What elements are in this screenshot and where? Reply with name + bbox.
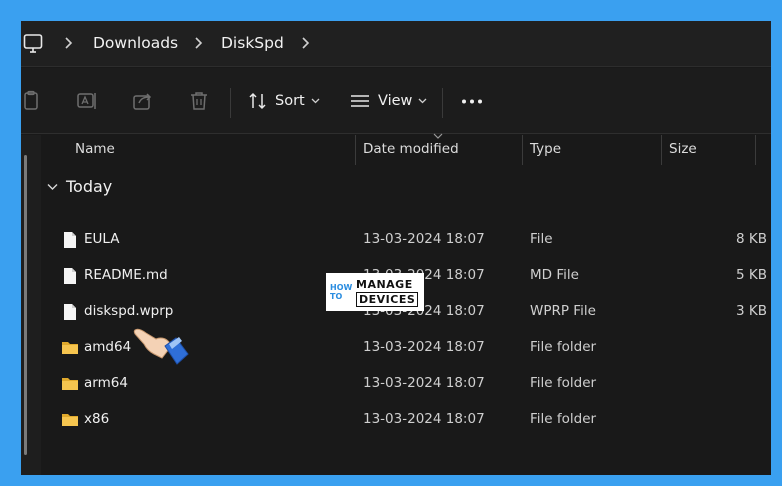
logo-manage: MANAGE [356,277,413,291]
file-size: 5 KB [736,267,767,283]
column-divider[interactable] [522,135,523,165]
file-date: 13-03-2024 18:07 [363,231,485,247]
folder-icon [62,414,78,426]
file-type: File folder [530,411,597,427]
file-type: File [530,231,553,247]
sort-label: Sort [275,93,305,109]
file-type: WPRP File [530,303,596,319]
file-name: diskspd.wprp [84,303,174,319]
paste-icon[interactable] [21,90,43,112]
folder-icon [62,378,78,390]
command-bar: Sort View [21,68,771,134]
logo-to: TO [330,292,343,301]
chevron-down-icon[interactable] [47,183,58,191]
column-type[interactable]: Type [530,141,561,157]
navigation-scrollbar[interactable] [24,155,27,455]
chevron-right-icon[interactable] [63,35,73,51]
view-button[interactable]: View [349,90,427,112]
column-date-modified[interactable]: Date modified [363,141,459,157]
column-header-row: Name Date modified Type Size [41,133,771,165]
chevron-down-icon [418,98,427,104]
group-label: Today [66,177,113,196]
column-divider[interactable] [755,135,756,165]
sort-icon [249,92,266,110]
pointing-hand-icon [133,328,189,365]
chevron-down-icon [311,98,320,104]
toolbar-divider [442,88,443,118]
file-type: File folder [530,375,597,391]
file-date: 13-03-2024 18:07 [363,375,485,391]
sort-indicator-icon [433,133,443,139]
folder-row-x86[interactable]: x86 13-03-2024 18:07 File folder [41,403,771,439]
file-type: File folder [530,339,597,355]
monitor-icon[interactable] [23,33,43,55]
file-row-eula[interactable]: EULA 13-03-2024 18:07 File 8 KB [41,223,771,259]
file-name: EULA [84,231,120,247]
howtomanagedevices-logo: HOW TO MANAGE DEVICES [326,273,424,311]
file-type: MD File [530,267,579,283]
more-icon[interactable] [461,99,483,104]
file-explorer-window: Downloads DiskSpd Sort View Name Date mo… [21,21,771,475]
address-bar[interactable]: Downloads DiskSpd [21,21,771,67]
file-date: 13-03-2024 18:07 [363,339,485,355]
sort-button[interactable]: Sort [248,90,320,112]
file-icon [64,232,76,248]
file-date: 13-03-2024 18:07 [363,411,485,427]
file-name: arm64 [84,375,128,391]
column-divider[interactable] [661,135,662,165]
column-size[interactable]: Size [669,141,697,157]
share-icon[interactable] [132,90,154,112]
delete-icon[interactable] [188,90,210,112]
toolbar-divider [230,88,231,118]
file-size: 8 KB [736,231,767,247]
view-icon [351,95,369,107]
breadcrumb-diskspd[interactable]: DiskSpd [221,34,284,52]
group-header-today[interactable]: Today [47,177,112,196]
chevron-right-icon[interactable] [193,35,203,51]
column-divider[interactable] [355,135,356,165]
breadcrumb-downloads[interactable]: Downloads [93,34,178,52]
file-size: 3 KB [736,303,767,319]
rename-icon[interactable] [76,90,98,112]
folder-icon [62,342,78,354]
logo-devices: DEVICES [356,291,419,307]
chevron-right-icon[interactable] [300,35,310,51]
file-icon [64,268,76,284]
file-name: amd64 [84,339,132,355]
logo-how: HOW [330,283,353,292]
file-name: README.md [84,267,168,283]
column-name[interactable]: Name [75,141,115,157]
file-name: x86 [84,411,110,427]
view-label: View [378,93,413,109]
file-icon [64,304,76,320]
